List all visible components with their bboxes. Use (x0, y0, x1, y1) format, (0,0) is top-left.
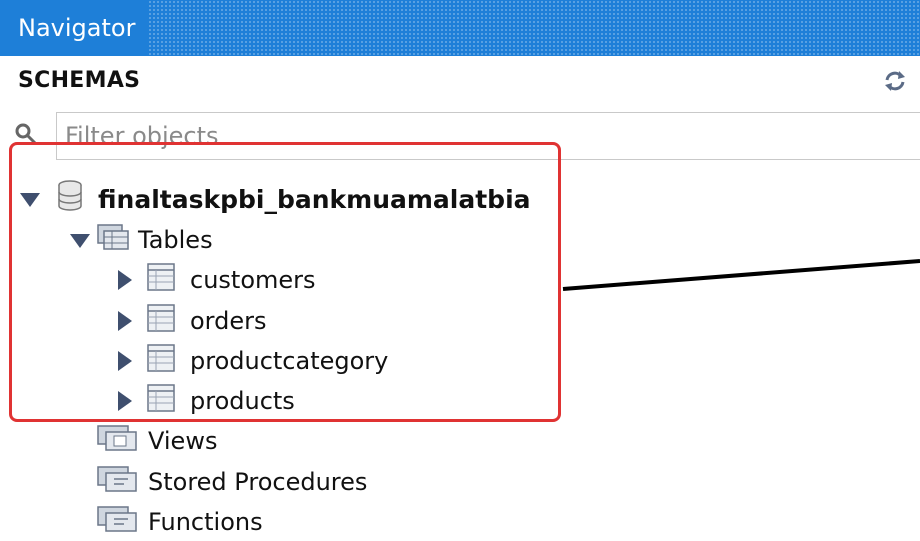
tables-folder-icon (96, 223, 130, 257)
stored-procedures-label: Stored Procedures (148, 468, 368, 496)
stored-procedures-folder-icon (96, 465, 140, 499)
functions-folder-icon (96, 505, 140, 539)
table-icon (146, 303, 176, 339)
tables-label: Tables (138, 226, 213, 254)
views-folder-icon (96, 424, 140, 458)
expand-arrow-icon[interactable] (112, 268, 136, 292)
search-icon (14, 122, 38, 150)
table-name: products (190, 387, 295, 415)
expand-arrow-icon[interactable] (112, 389, 136, 413)
table-node[interactable]: products (112, 382, 295, 420)
table-icon (146, 343, 176, 379)
filter-objects-input[interactable] (56, 112, 920, 160)
expand-arrow-icon[interactable] (112, 349, 136, 373)
refresh-icon[interactable] (880, 66, 910, 96)
functions-label: Functions (148, 508, 263, 536)
table-node[interactable]: orders (112, 302, 267, 340)
table-name: customers (190, 266, 316, 294)
views-label: Views (148, 427, 218, 455)
table-icon (146, 383, 176, 419)
navigator-title: Navigator (0, 0, 150, 56)
schema-node[interactable]: finaltaskpbi_bankmuamalatbia (18, 180, 531, 218)
database-icon (56, 180, 84, 218)
navigator-title-bar: Navigator (0, 0, 920, 56)
tables-folder-node[interactable]: Tables (68, 221, 213, 259)
expand-arrow-icon[interactable] (112, 309, 136, 333)
filter-row (0, 112, 920, 164)
stored-procedures-folder-node[interactable]: Stored Procedures (96, 463, 367, 501)
table-name: orders (190, 307, 267, 335)
views-folder-node[interactable]: Views (96, 422, 217, 460)
schema-name: finaltaskpbi_bankmuamalatbia (98, 184, 531, 214)
functions-folder-node[interactable]: Functions (96, 503, 263, 541)
table-name: productcategory (190, 347, 389, 375)
table-node[interactable]: productcategory (112, 342, 388, 380)
collapse-arrow-icon[interactable] (68, 228, 92, 252)
schemas-header: SCHEMAS (18, 68, 141, 93)
table-node[interactable]: customers (112, 261, 316, 299)
collapse-arrow-icon[interactable] (18, 187, 42, 211)
table-icon (146, 262, 176, 298)
